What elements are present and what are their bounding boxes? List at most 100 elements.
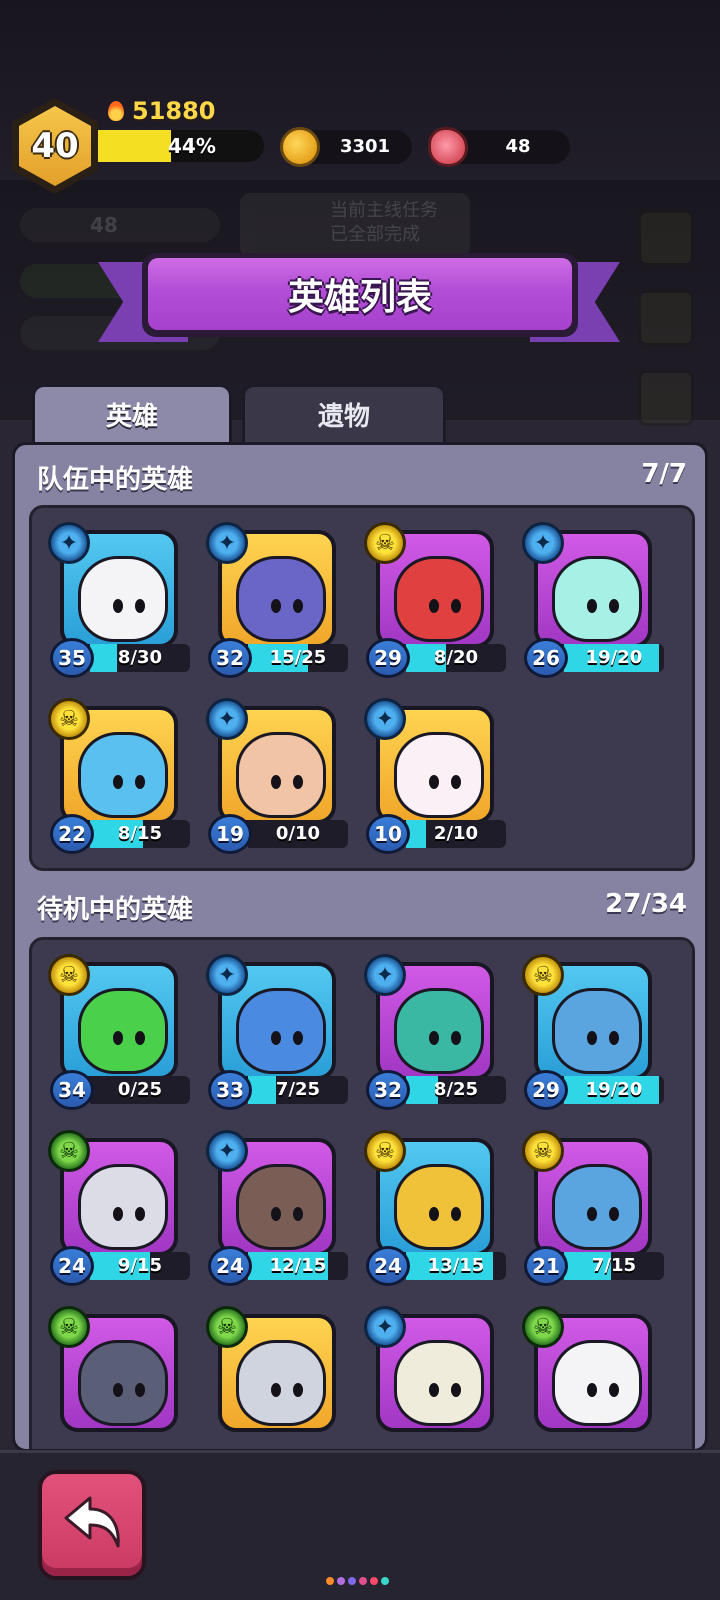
- crossed-swords-badge-icon: ✦: [206, 1130, 248, 1172]
- hero-shard-progress: 8/25: [406, 1076, 506, 1104]
- meat-counter[interactable]: 48: [428, 127, 570, 167]
- hero-card[interactable]: ✦ 7/25 33: [206, 954, 356, 1114]
- coin-counter[interactable]: 3301: [280, 127, 412, 167]
- team-section-header: 队伍中的英雄 7/7: [37, 459, 687, 499]
- hero-list-panel[interactable]: 队伍中的英雄 7/7 ✦ 8/30 35 ✦ 15/25 32 ☠ 8/20 29 ✦ 19/20 2…: [12, 442, 708, 1452]
- hero-eye: [135, 599, 145, 613]
- hero-eye: [293, 1383, 303, 1397]
- hero-card[interactable]: ✦ 2/10 10: [364, 698, 514, 858]
- hero-level: 21: [524, 1246, 568, 1286]
- hero-eye: [113, 1207, 123, 1221]
- armored-beast-hero-icon: [236, 1340, 326, 1426]
- hero-eye: [113, 599, 123, 613]
- hero-card[interactable]: ☠ 19/20 29: [522, 954, 672, 1114]
- crested-bird-hero-icon: [78, 732, 168, 818]
- hero-card[interactable]: ✦: [364, 1306, 514, 1449]
- hero-eye: [293, 1207, 303, 1221]
- standby-section-count: 27/34: [605, 889, 687, 919]
- hero-shard-count: 15/25: [269, 647, 327, 668]
- hero-shard-count: 13/15: [427, 1255, 485, 1276]
- pink-bow-hero-icon: [394, 732, 484, 818]
- hero-card[interactable]: ☠ 9/15 24: [48, 1130, 198, 1290]
- skull-badge-icon: ☠: [522, 1306, 564, 1348]
- page-dot: [359, 1577, 367, 1585]
- hero-card[interactable]: ☠ 0/25 34: [48, 954, 198, 1114]
- tab-relics[interactable]: 遗物: [242, 384, 446, 442]
- hero-shard-progress: 13/15: [406, 1252, 506, 1280]
- hero-shard-count: 19/20: [585, 647, 643, 668]
- horned-knight-hero-icon: [552, 988, 642, 1074]
- page-dot: [337, 1577, 345, 1585]
- hero-card[interactable]: ☠ 13/15 24: [364, 1130, 514, 1290]
- hero-card[interactable]: ✦ 0/10 19: [206, 698, 356, 858]
- back-button[interactable]: [38, 1470, 146, 1580]
- hero-eye: [587, 1031, 597, 1045]
- snowman-hero-icon: [78, 556, 168, 642]
- hero-eye: [451, 1383, 461, 1397]
- hero-shard-progress: 0/25: [90, 1076, 190, 1104]
- hero-card[interactable]: ☠ 8/20 29: [364, 522, 514, 682]
- hero-shard-progress: 15/25: [248, 644, 348, 672]
- hero-eye: [135, 1031, 145, 1045]
- hero-level: 24: [50, 1246, 94, 1286]
- hero-level: 33: [208, 1070, 252, 1110]
- hero-eye: [271, 1207, 281, 1221]
- hero-card[interactable]: ✦ 15/25 32: [206, 522, 356, 682]
- hero-eye: [451, 1207, 461, 1221]
- leaf-sprout-hero-icon: [552, 1340, 642, 1426]
- hero-card[interactable]: ☠: [522, 1306, 672, 1449]
- hero-eye: [429, 599, 439, 613]
- crossed-swords-badge-icon: ✦: [206, 954, 248, 996]
- page-dot: [326, 1577, 334, 1585]
- crossed-swords-badge-icon: ✦: [522, 522, 564, 564]
- team-hero-grid: ✦ 8/30 35 ✦ 15/25 32 ☠ 8/20 29 ✦ 19/20 26 ☠ 8/15 22 ✦ 0/…: [29, 505, 695, 871]
- power-value: 51880: [132, 97, 216, 125]
- hero-shard-progress: 7/25: [248, 1076, 348, 1104]
- meat-value: 48: [505, 136, 531, 157]
- skull-badge-icon: ☠: [48, 1306, 90, 1348]
- hero-card[interactable]: ☠ 7/15 21: [522, 1130, 672, 1290]
- hero-card[interactable]: ☠ 8/15 22: [48, 698, 198, 858]
- hero-eye: [587, 1383, 597, 1397]
- hero-eye: [293, 775, 303, 789]
- hero-card[interactable]: ✦ 8/25 32: [364, 954, 514, 1114]
- hero-card[interactable]: ✦ 8/30 35: [48, 522, 198, 682]
- hero-level: 19: [208, 814, 252, 854]
- hero-level: 32: [208, 638, 252, 678]
- hero-level: 29: [366, 638, 410, 678]
- hero-card[interactable]: ✦ 12/15 24: [206, 1130, 356, 1290]
- hero-shard-count: 8/20: [433, 647, 479, 668]
- xp-bar-fill: [98, 130, 172, 162]
- hero-eye: [271, 1383, 281, 1397]
- crossed-swords-badge-icon: ✦: [48, 522, 90, 564]
- hero-card[interactable]: ✦ 19/20 26: [522, 522, 672, 682]
- dino-hero-icon: [394, 988, 484, 1074]
- green-hat-ninja-hero-icon: [394, 556, 484, 642]
- tab-heroes[interactable]: 英雄: [32, 384, 232, 442]
- hero-eye: [271, 599, 281, 613]
- hero-eye: [609, 1207, 619, 1221]
- hero-shard-progress: 8/20: [406, 644, 506, 672]
- dark-knight-hero-icon: [236, 556, 326, 642]
- background-map-icon: [638, 290, 694, 346]
- hero-eye: [587, 1207, 597, 1221]
- skull-badge-icon: ☠: [48, 1130, 90, 1172]
- hero-eye: [609, 1383, 619, 1397]
- skull-badge-icon: ☠: [364, 522, 406, 564]
- hero-eye: [293, 1031, 303, 1045]
- crossed-swords-badge-icon: ✦: [206, 522, 248, 564]
- hero-card[interactable]: ☠: [206, 1306, 356, 1449]
- hero-shard-progress: 19/20: [564, 644, 664, 672]
- hero-level: 24: [366, 1246, 410, 1286]
- hero-eye: [429, 775, 439, 789]
- page-indicator: [326, 1577, 389, 1585]
- hero-eye: [429, 1031, 439, 1045]
- hero-eye: [587, 599, 597, 613]
- hero-card[interactable]: ☠: [48, 1306, 198, 1449]
- standby-section-header: 待机中的英雄 27/34: [37, 889, 687, 929]
- standby-hero-grid: ☠ 0/25 34 ✦ 7/25 33 ✦ 8/25 32 ☠ 19/20 29 ☠ 9/15 24 ✦ 12/…: [29, 937, 695, 1449]
- hero-shard-progress: 0/10: [248, 820, 348, 848]
- skull-badge-icon: ☠: [48, 698, 90, 740]
- witch-hat-slime-hero-icon: [78, 988, 168, 1074]
- page-title: 英雄列表: [148, 258, 572, 330]
